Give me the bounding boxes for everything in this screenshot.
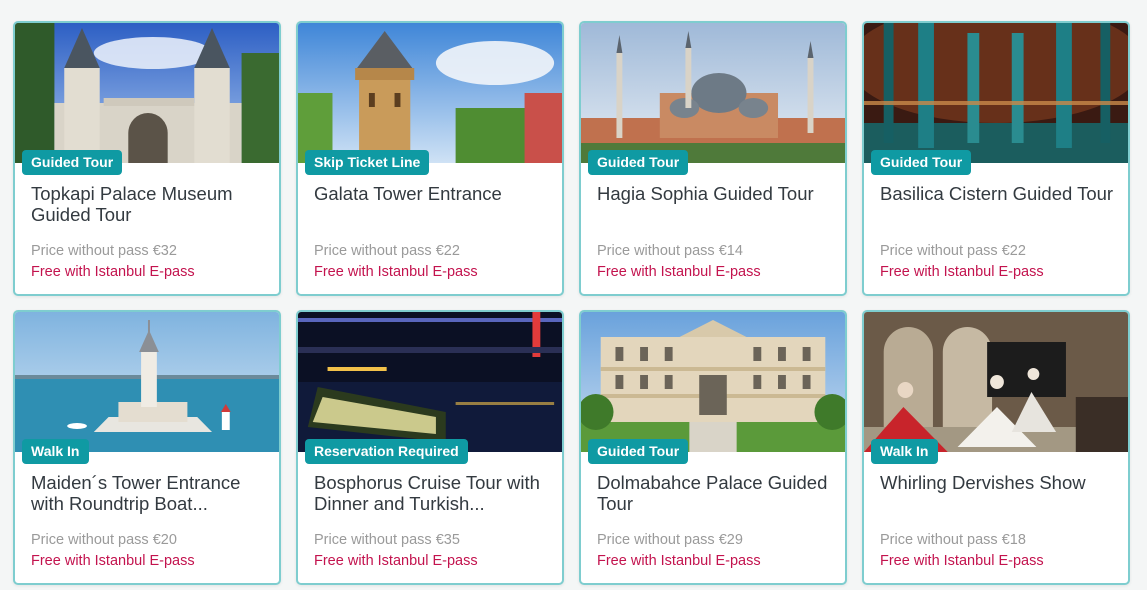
tour-title[interactable]: Topkapi Palace Museum Guided Tour [31, 183, 267, 225]
tour-title[interactable]: Dolmabahce Palace Guided Tour [597, 472, 833, 514]
tour-badge: Guided Tour [588, 150, 689, 175]
tour-image-bosphorus-cruise[interactable] [298, 312, 562, 452]
tour-title[interactable]: Galata Tower Entrance [314, 183, 550, 204]
tour-card-dolmabahce[interactable]: Guided Tour Dolmabahce Palace Guided Tou… [579, 310, 847, 585]
tour-card-whirling-dervishes[interactable]: Walk In Whirling Dervishes Show Price wi… [862, 310, 1130, 585]
tour-title[interactable]: Basilica Cistern Guided Tour [880, 183, 1116, 204]
tour-image-dolmabahce[interactable] [581, 312, 845, 452]
price-without-pass: Price without pass €20 [31, 532, 177, 548]
price-without-pass: Price without pass €22 [314, 243, 460, 259]
free-with-pass-label: Free with Istanbul E-pass [314, 553, 478, 569]
free-with-pass-label: Free with Istanbul E-pass [880, 264, 1044, 280]
free-with-pass-label: Free with Istanbul E-pass [597, 553, 761, 569]
tour-image-galata[interactable] [298, 23, 562, 163]
tour-title[interactable]: Whirling Dervishes Show [880, 472, 1116, 493]
tour-image-maidens-tower[interactable] [15, 312, 279, 452]
tour-badge: Skip Ticket Line [305, 150, 430, 175]
price-without-pass: Price without pass €35 [314, 532, 460, 548]
tour-image-topkapi[interactable] [15, 23, 279, 163]
free-with-pass-label: Free with Istanbul E-pass [31, 553, 195, 569]
price-without-pass: Price without pass €22 [880, 243, 1026, 259]
tour-badge: Walk In [871, 439, 938, 464]
tour-title[interactable]: Bosphorus Cruise Tour with Dinner and Tu… [314, 472, 550, 514]
tour-grid: Guided Tour Topkapi Palace Museum Guided… [13, 21, 1130, 585]
tour-title[interactable]: Hagia Sophia Guided Tour [597, 183, 833, 204]
tour-card-basilica-cistern[interactable]: Guided Tour Basilica Cistern Guided Tour… [862, 21, 1130, 296]
tour-badge: Reservation Required [305, 439, 468, 464]
price-without-pass: Price without pass €32 [31, 243, 177, 259]
tour-title[interactable]: Maiden´s Tower Entrance with Roundtrip B… [31, 472, 267, 514]
free-with-pass-label: Free with Istanbul E-pass [314, 264, 478, 280]
free-with-pass-label: Free with Istanbul E-pass [31, 264, 195, 280]
tour-badge: Guided Tour [871, 150, 972, 175]
free-with-pass-label: Free with Istanbul E-pass [597, 264, 761, 280]
tour-image-whirling-dervishes[interactable] [864, 312, 1128, 452]
free-with-pass-label: Free with Istanbul E-pass [880, 553, 1044, 569]
tour-card-galata[interactable]: Skip Ticket Line Galata Tower Entrance P… [296, 21, 564, 296]
tour-image-basilica-cistern[interactable] [864, 23, 1128, 163]
tour-card-topkapi[interactable]: Guided Tour Topkapi Palace Museum Guided… [13, 21, 281, 296]
tour-card-maidens-tower[interactable]: Walk In Maiden´s Tower Entrance with Rou… [13, 310, 281, 585]
tour-card-hagia-sophia[interactable]: Guided Tour Hagia Sophia Guided Tour Pri… [579, 21, 847, 296]
price-without-pass: Price without pass €29 [597, 532, 743, 548]
tour-image-hagia-sophia[interactable] [581, 23, 845, 163]
price-without-pass: Price without pass €18 [880, 532, 1026, 548]
tour-badge: Guided Tour [588, 439, 689, 464]
tour-badge: Guided Tour [22, 150, 123, 175]
tour-badge: Walk In [22, 439, 89, 464]
tour-card-bosphorus-cruise[interactable]: Reservation Required Bosphorus Cruise To… [296, 310, 564, 585]
price-without-pass: Price without pass €14 [597, 243, 743, 259]
